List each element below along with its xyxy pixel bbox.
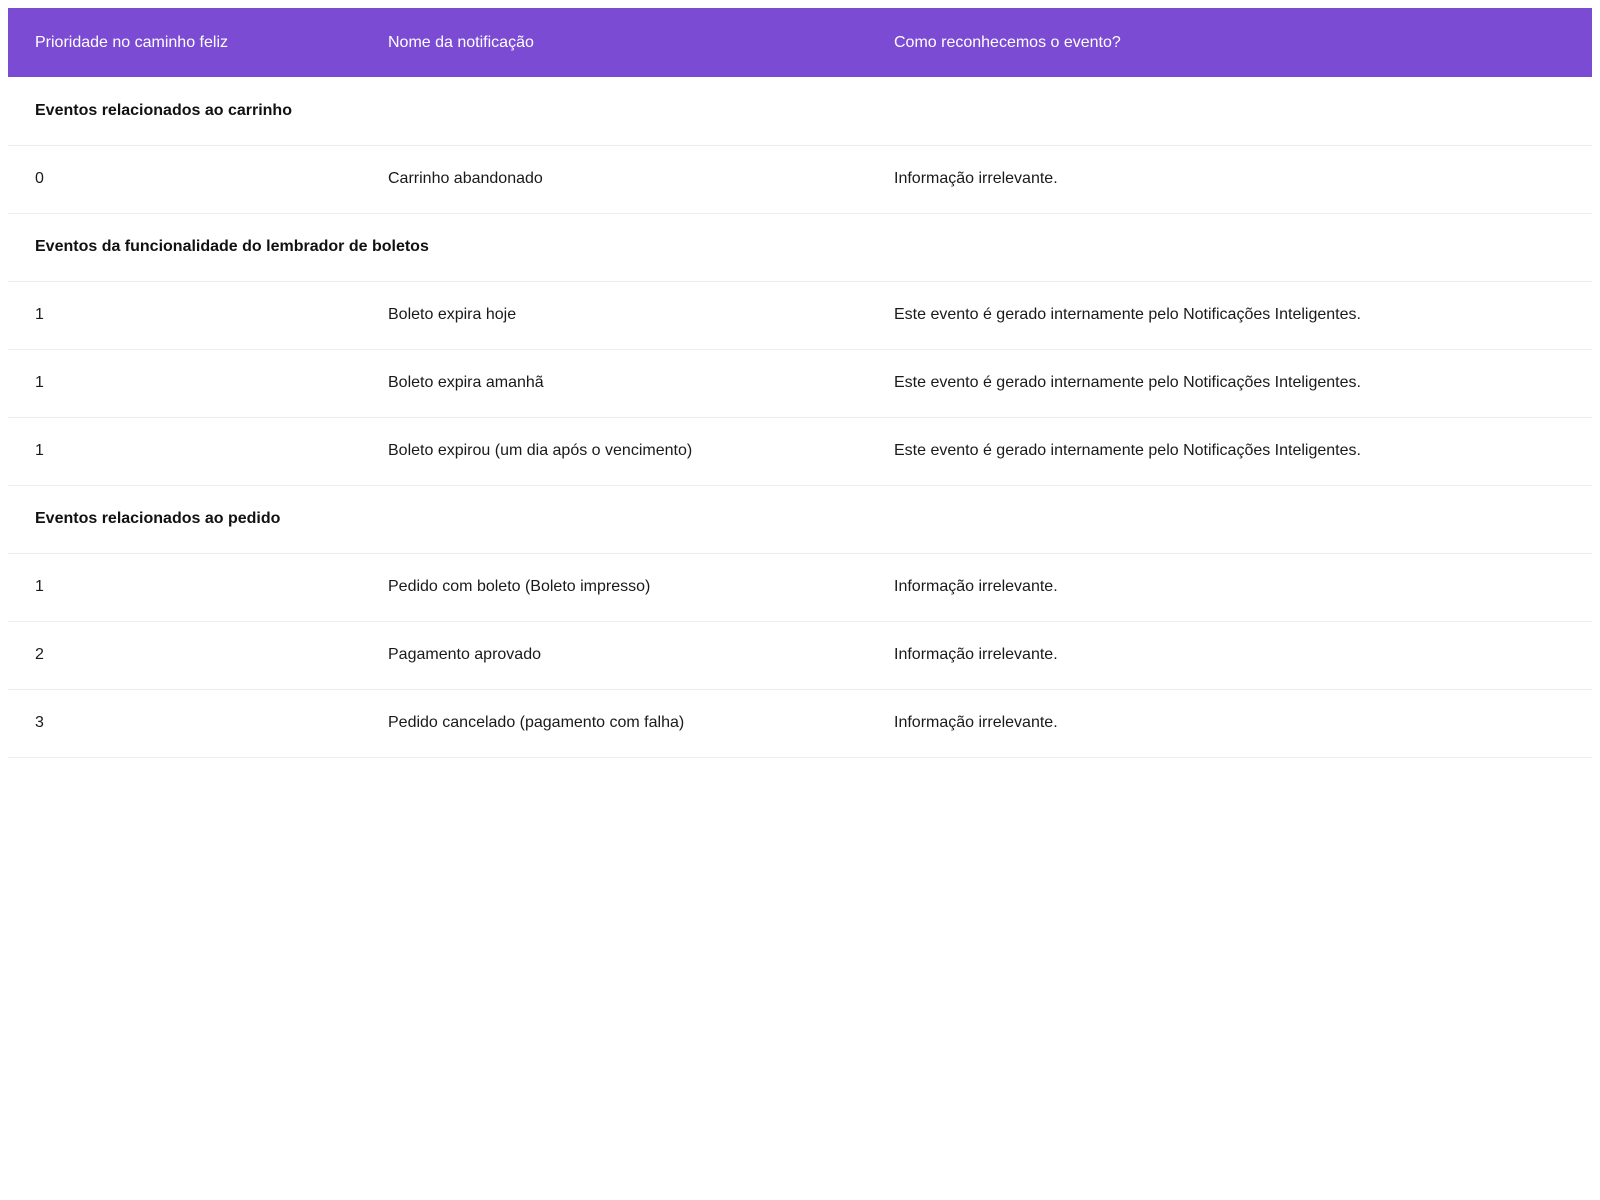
notification-name-cell: Carrinho abandonado: [388, 170, 543, 187]
header-row: Prioridade no caminho feliz Nome da noti…: [8, 8, 1592, 77]
priority-cell: 3: [35, 714, 44, 731]
notification-name-cell: Pagamento aprovado: [388, 646, 541, 663]
group-row-order: Eventos relacionados ao pedido: [8, 485, 1592, 553]
event-recognition-cell: Este evento é gerado internamente pelo N…: [894, 374, 1361, 391]
priority-cell: 0: [35, 170, 44, 187]
notification-name-cell: Boleto expira amanhã: [388, 374, 544, 391]
table-row: 2 Pagamento aprovado Informação irreleva…: [8, 621, 1592, 689]
table-header: Prioridade no caminho feliz Nome da noti…: [8, 8, 1592, 77]
event-recognition-cell: Informação irrelevante.: [894, 714, 1058, 731]
notification-name-cell: Pedido cancelado (pagamento com falha): [388, 714, 685, 731]
header-priority: Prioridade no caminho feliz: [35, 33, 228, 51]
group-title: Eventos relacionados ao pedido: [35, 510, 281, 527]
priority-cell: 1: [35, 374, 44, 391]
header-event-recognition: Como reconhecemos o evento?: [894, 33, 1121, 51]
table-row: 0 Carrinho abandonado Informação irrelev…: [8, 145, 1592, 213]
priority-cell: 1: [35, 306, 44, 323]
table-row: 3 Pedido cancelado (pagamento com falha)…: [8, 689, 1592, 757]
priority-cell: 1: [35, 578, 44, 595]
group-title: Eventos relacionados ao carrinho: [35, 101, 292, 119]
event-recognition-cell: Informação irrelevante.: [894, 578, 1058, 595]
table-row: 1 Boleto expira hoje Este evento é gerad…: [8, 281, 1592, 349]
group-title: Eventos da funcionalidade do lembrador d…: [35, 238, 429, 255]
notification-name-cell: Boleto expirou (um dia após o vencimento…: [388, 442, 693, 459]
notifications-table: Prioridade no caminho feliz Nome da noti…: [8, 8, 1592, 758]
group-row-cart: Eventos relacionados ao carrinho: [8, 77, 1592, 145]
table-row: 1 Pedido com boleto (Boleto impresso) In…: [8, 553, 1592, 621]
priority-cell: 1: [35, 442, 44, 459]
notification-name-cell: Pedido com boleto (Boleto impresso): [388, 578, 651, 595]
notification-name-cell: Boleto expira hoje: [388, 306, 517, 323]
event-recognition-cell: Informação irrelevante.: [894, 646, 1058, 663]
table-row: 1 Boleto expirou (um dia após o vencimen…: [8, 417, 1592, 485]
event-recognition-cell: Este evento é gerado internamente pelo N…: [894, 442, 1361, 459]
table-row: 1 Boleto expira amanhã Este evento é ger…: [8, 349, 1592, 417]
notifications-table-container: Prioridade no caminho feliz Nome da noti…: [8, 8, 1592, 758]
group-row-boleto-reminder: Eventos da funcionalidade do lembrador d…: [8, 213, 1592, 281]
header-notification-name: Nome da notificação: [388, 33, 534, 51]
event-recognition-cell: Informação irrelevante.: [894, 170, 1058, 187]
table-body: Eventos relacionados ao carrinho 0 Carri…: [8, 77, 1592, 757]
priority-cell: 2: [35, 646, 44, 663]
event-recognition-cell: Este evento é gerado internamente pelo N…: [894, 306, 1361, 323]
